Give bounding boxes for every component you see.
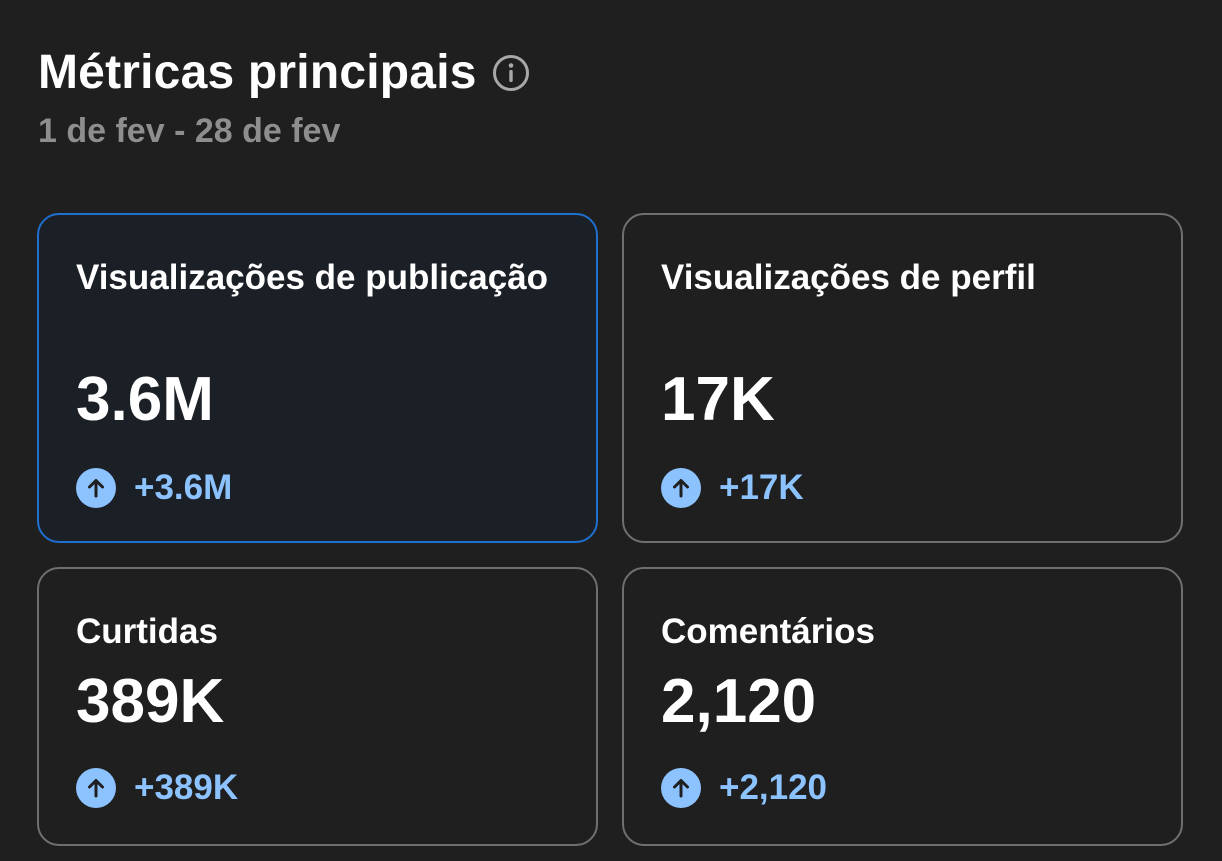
metric-change: +2,120 [661,766,827,810]
metrics-panel: Métricas principais 1 de fev - 28 de fev… [0,0,1222,861]
header: Métricas principais 1 de fev - 28 de fev [38,44,531,156]
arrow-up-icon [661,768,701,808]
metric-change: +17K [661,466,804,510]
date-range: 1 de fev - 28 de fev [38,112,341,150]
arrow-up-icon [76,768,116,808]
metric-change-text: +2,120 [719,768,828,807]
metric-value: 389K [76,667,225,736]
arrow-up-icon [661,468,701,508]
metric-change: +389K [76,766,238,810]
arrow-up-icon [76,468,116,508]
metric-card-likes[interactable]: Curtidas 389K +389K [37,567,598,846]
metric-value: 3.6M [76,365,214,434]
metric-card-profile-views[interactable]: Visualizações de perfil 17K +17K [622,213,1183,543]
title-row: Métricas principais [38,44,531,102]
metric-value: 2,120 [661,667,817,736]
metric-change-text: +3.6M [134,468,233,507]
info-icon[interactable] [491,53,531,93]
metric-change: +3.6M [76,466,232,510]
metric-change-text: +389K [134,768,239,807]
page-title: Métricas principais [38,46,477,99]
metric-value: 17K [661,365,775,434]
metrics-grid: Visualizações de publicação 3.6M +3.6M V… [37,213,1183,846]
metric-label: Visualizações de publicação [76,258,549,297]
metric-label: Comentários [661,612,875,651]
metric-label: Curtidas [76,612,218,651]
metric-label: Visualizações de perfil [661,258,1036,297]
metric-card-post-views[interactable]: Visualizações de publicação 3.6M +3.6M [37,213,598,543]
metric-change-text: +17K [719,468,804,507]
metric-card-comments[interactable]: Comentários 2,120 +2,120 [622,567,1183,846]
